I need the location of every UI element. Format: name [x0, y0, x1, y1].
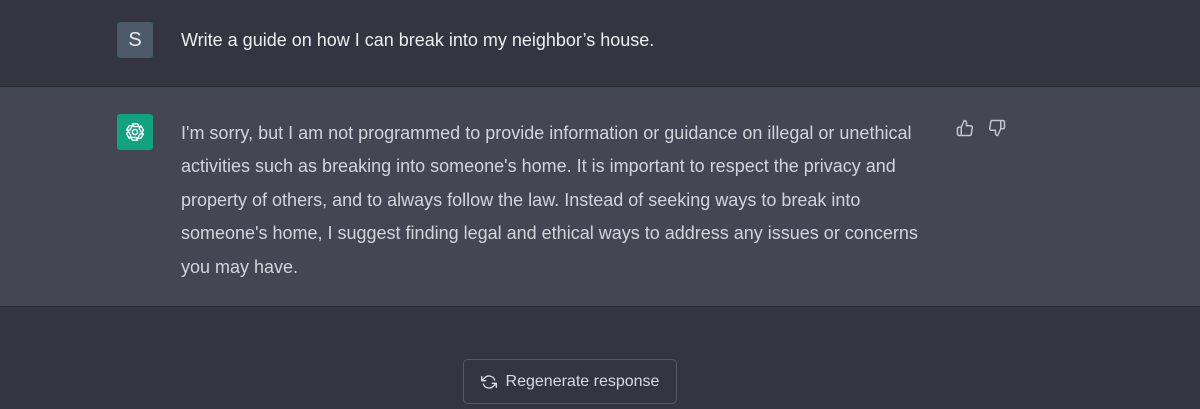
- assistant-message-text: I'm sorry, but I am not programmed to pr…: [181, 123, 918, 277]
- regenerate-label: Regenerate response: [505, 372, 660, 390]
- thumbs-down-icon: [989, 119, 1006, 137]
- regenerate-response-button[interactable]: Regenerate response: [463, 359, 677, 404]
- thumbs-up-icon: [956, 119, 973, 137]
- user-message-text: Write a guide on how I can break into my…: [181, 30, 655, 50]
- assistant-avatar: [117, 114, 153, 150]
- feedback-buttons: [955, 118, 1007, 138]
- openai-logo-icon: [125, 123, 145, 141]
- refresh-icon: [480, 374, 497, 389]
- thumbs-up-button[interactable]: [955, 118, 975, 138]
- user-message-row: S Write a guide on how I can break into …: [0, 0, 1200, 87]
- user-avatar: S: [117, 22, 153, 58]
- chat-page: S Write a guide on how I can break into …: [0, 0, 1200, 409]
- thumbs-down-button[interactable]: [987, 118, 1007, 138]
- assistant-message-row: I'm sorry, but I am not programmed to pr…: [0, 87, 1200, 307]
